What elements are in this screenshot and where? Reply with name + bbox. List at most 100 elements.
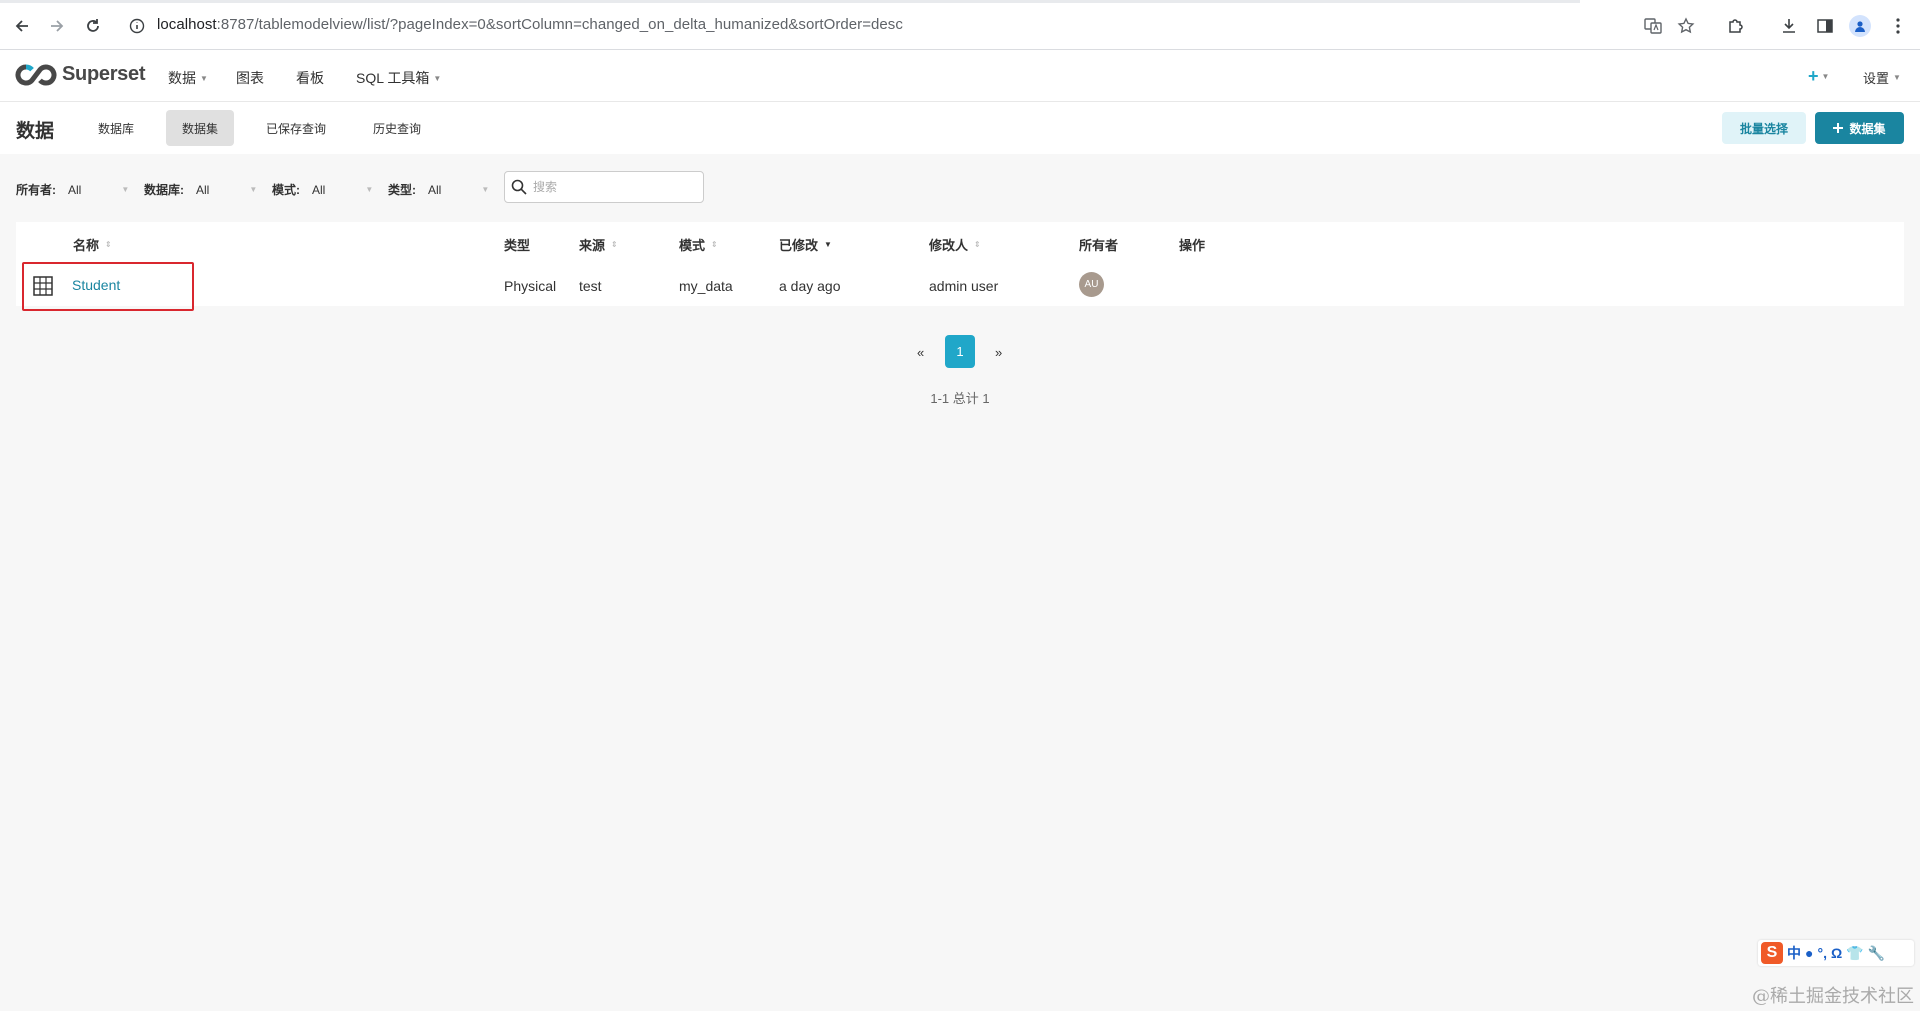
cell-modified: a day ago [779, 278, 841, 294]
site-info-button[interactable] [125, 14, 149, 38]
side-panel-icon [1817, 19, 1833, 33]
arrow-right-icon [51, 20, 64, 32]
column-name-label: 名称 [73, 238, 100, 253]
column-owners-label: 所有者 [1079, 238, 1119, 253]
ime-fullwidth-icon[interactable]: ● [1805, 945, 1813, 961]
cell-source: test [579, 278, 602, 294]
new-item-menu[interactable]: + ▼ [1808, 66, 1829, 87]
downloads-button[interactable] [1777, 14, 1801, 38]
column-header-schema[interactable]: 模式 ⇕ [679, 235, 718, 254]
ime-tools-icon[interactable]: 🔧 [1868, 945, 1885, 962]
ime-punctuation-icon[interactable]: °, [1817, 945, 1827, 961]
side-panel-button[interactable] [1813, 14, 1837, 38]
menu-dashboards[interactable]: 看板 [296, 68, 324, 88]
column-header-modified[interactable]: 已修改 ▼ [779, 235, 832, 254]
pagination-page-1[interactable]: 1 [945, 335, 975, 368]
menu-sql-lab-label: SQL 工具箱 [356, 70, 430, 86]
kebab-menu-icon [1896, 18, 1900, 34]
url-host: localhost [157, 16, 217, 33]
cell-schema: my_data [679, 278, 733, 294]
sort-desc-icon: ▼ [824, 239, 832, 249]
column-header-name[interactable]: 名称 ⇕ [73, 235, 112, 254]
filter-owner[interactable]: 所有者: All ▼ [16, 181, 129, 198]
tab-databases[interactable]: 数据库 [82, 110, 150, 146]
search-box[interactable] [504, 171, 704, 203]
info-icon [129, 18, 145, 34]
menu-charts[interactable]: 图表 [236, 68, 264, 88]
column-actions-label: 操作 [1179, 238, 1206, 253]
browser-toolbar: localhost:8787/tablemodelview/list/?page… [0, 0, 1920, 50]
caret-down-icon: ▼ [200, 73, 208, 83]
pagination-info: 1-1 总计 1 [930, 391, 990, 406]
caret-down-icon: ▼ [1821, 72, 1830, 81]
download-icon [1783, 19, 1795, 33]
tab-saved-queries[interactable]: 已保存查询 [250, 110, 342, 146]
star-icon [1677, 17, 1695, 34]
ime-symbol-icon[interactable]: Ω [1831, 945, 1842, 961]
filter-database[interactable]: 数据库: All ▼ [144, 181, 257, 198]
chevron-down-icon: ▼ [121, 185, 130, 194]
back-button[interactable] [10, 14, 34, 38]
address-bar[interactable]: localhost:8787/tablemodelview/list/?page… [157, 16, 903, 33]
url-path: :8787/tablemodelview/list/?pageIndex=0&s… [216, 16, 903, 33]
ime-chinese-mode[interactable]: 中 [1787, 943, 1801, 963]
add-dataset-button[interactable]: 数据集 [1815, 112, 1904, 144]
add-dataset-label: 数据集 [1849, 121, 1886, 136]
tab-datasets[interactable]: 数据集 [166, 110, 235, 146]
chevron-down-icon: ▼ [249, 185, 258, 194]
reload-icon [87, 19, 99, 32]
filter-schema-label: 模式: [272, 183, 300, 197]
filter-type-label: 类型: [388, 183, 416, 197]
filter-schema[interactable]: 模式: All ▼ [272, 181, 373, 198]
menu-sql-lab[interactable]: SQL 工具箱 ▼ [356, 68, 441, 88]
sort-icon: ⇕ [105, 239, 112, 249]
filter-schema-value: All [312, 182, 326, 197]
chevron-down-icon: ▼ [481, 185, 490, 194]
menu-dashboards-label: 看板 [296, 70, 324, 86]
column-schema-label: 模式 [679, 238, 706, 253]
ime-skin-icon[interactable]: 👕 [1846, 945, 1863, 962]
filter-owner-value: All [68, 182, 82, 197]
column-header-modified-by[interactable]: 修改人 ⇕ [929, 235, 981, 254]
tab-query-history[interactable]: 历史查询 [357, 110, 437, 146]
tab-strip-edge [0, 0, 1580, 3]
pagination-next[interactable]: » [995, 345, 1002, 360]
column-type-label: 类型 [504, 238, 531, 253]
ime-toolbar[interactable]: S 中 ● °, Ω 👕 🔧 [1758, 940, 1914, 966]
sort-icon: ⇕ [611, 239, 618, 249]
settings-label: 设置 [1863, 71, 1890, 86]
sort-icon: ⇕ [974, 239, 981, 249]
search-input[interactable] [533, 180, 693, 194]
filter-owner-label: 所有者: [16, 183, 56, 197]
sub-menu: 数据 数据库 数据集 已保存查询 历史查询 批量选择 数据集 [0, 102, 1920, 154]
browser-menu-button[interactable] [1886, 14, 1910, 38]
filter-type[interactable]: 类型: All ▼ [388, 181, 489, 198]
menu-data[interactable]: 数据 ▼ [168, 68, 208, 88]
plus-icon [1833, 123, 1844, 133]
extensions-button[interactable] [1724, 14, 1748, 38]
highlight-box [22, 262, 194, 311]
owner-avatar[interactable]: AU [1079, 272, 1104, 297]
translate-button[interactable] [1641, 14, 1665, 38]
forward-button[interactable] [45, 14, 69, 38]
column-header-source[interactable]: 来源 ⇕ [579, 235, 618, 254]
brand-name: Superset [62, 63, 146, 85]
superset-logo[interactable]: Superset [15, 63, 145, 86]
app-header: Superset 数据 ▼ 图表 看板 SQL 工具箱 ▼ + ▼ 设置 ▼ [0, 50, 1920, 102]
profile-avatar[interactable] [1849, 15, 1871, 37]
pagination-prev[interactable]: « [917, 345, 924, 360]
filter-type-value: All [428, 182, 442, 197]
column-header-type: 类型 [504, 235, 530, 254]
settings-menu[interactable]: 设置 ▼ [1863, 68, 1901, 87]
sort-icon: ⇕ [711, 239, 718, 249]
search-icon [511, 179, 527, 195]
chevron-down-icon: ▼ [365, 185, 374, 194]
superset-logo-icon [15, 63, 57, 86]
filter-database-value: All [196, 182, 210, 197]
bulk-select-button[interactable]: 批量选择 [1722, 112, 1806, 144]
puzzle-icon [1729, 19, 1743, 33]
watermark: @稀土掘金技术社区 [1752, 986, 1914, 1007]
caret-down-icon: ▼ [433, 73, 442, 83]
bookmark-button[interactable] [1674, 14, 1698, 38]
reload-button[interactable] [81, 14, 105, 38]
